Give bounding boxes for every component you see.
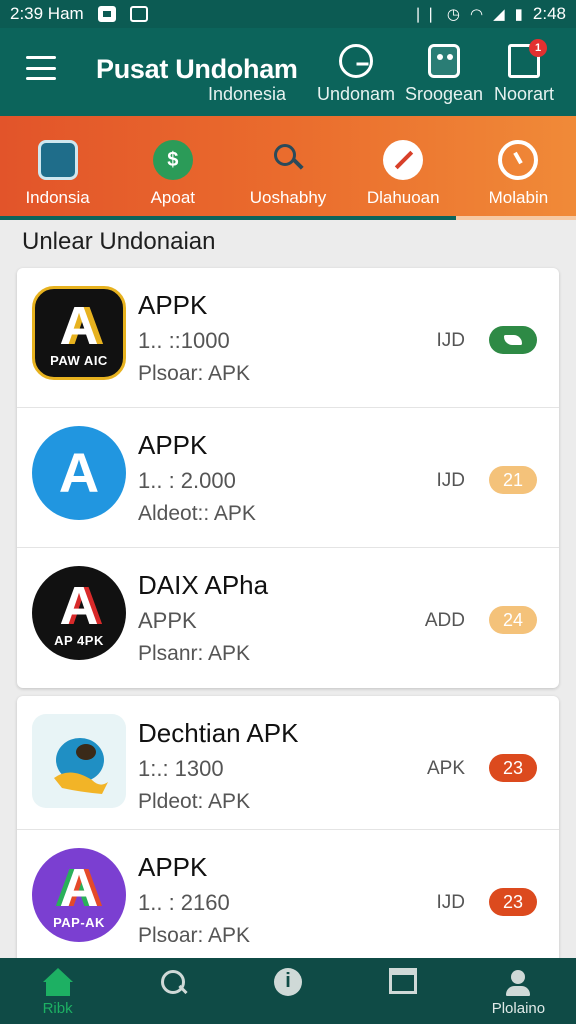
count-badge[interactable]: 24 [489,606,537,634]
app-version: APPK [138,608,197,633]
app-version: 1:.: 1300 [138,756,224,781]
wifi-icon: ◠ [470,6,484,23]
app-name: APPK [138,430,208,460]
status-time: 2:39 Ham [10,4,84,23]
app-tag: ADD [424,610,465,631]
screen-icon: 1 [508,39,547,78]
app-bar: Pusat Undoham Indonesia Undonam Sroogean… [0,28,576,116]
clock-icon [339,44,373,78]
count-badge[interactable]: 23 [489,754,537,782]
list-item[interactable]: Dechtian APK 1:.: 1300 Pldeot: APK APK 2… [17,696,559,830]
app-tag: IJD [436,330,466,351]
app-version: 1.. : 2.000 [138,468,236,493]
vibrate-icon: ❘❘ [411,6,437,23]
action-undonam[interactable]: Undonam [306,44,406,105]
category-dlahuoan[interactable]: Dlahuoan [346,116,461,220]
alarm-icon: ◷ [446,6,460,23]
action-noorart[interactable]: 1 Noorart [474,39,574,105]
app-meta: Plsoar: APK [138,362,251,385]
section-title: Unlear Undonaian [22,228,216,255]
category-uoshabhy[interactable]: Uoshabhy [230,116,345,220]
app-name: DAIX APha [138,570,269,600]
bird-app-icon [32,714,126,808]
category-strip: Indonsia $ Apoat Uoshabhy Dlahuoan Molab… [0,116,576,220]
category-label: Molabin [488,188,549,207]
search-icon [157,968,189,998]
nav-label: Ribk [42,1000,73,1017]
search-icon [268,140,308,180]
download-button[interactable] [489,326,537,354]
app-name: APPK [138,290,208,320]
category-label: Dlahuoan [366,188,440,207]
app-icon: A AP 4PK [32,566,126,660]
app-tag: APK [426,758,465,779]
nav-home[interactable]: Ribk [0,958,115,1024]
category-label: Uoshabhy [249,188,327,207]
signal-icon: ◢ [493,6,505,23]
bottom-nav: Ribk Plolaino [0,958,576,1024]
count-badge[interactable]: 23 [489,888,537,916]
app-subtitle: Indonesia [208,84,287,104]
app-icon: A PAP-AK [32,848,126,942]
app-name: APPK [138,852,208,882]
timer-icon [498,140,539,180]
nav-search[interactable] [115,958,230,1024]
app-meta: Pldeot: APK [138,790,251,813]
nav-label: Plolaino [491,1000,546,1017]
profile-icon [502,968,534,998]
nav-window[interactable] [346,958,461,1024]
app-version: 1.. : 2160 [138,890,230,915]
action-label: Sroogean [404,84,484,104]
app-tag: IJD [436,892,466,913]
screen-icon [129,6,148,22]
battery-icon: ▮ [514,6,523,23]
app-icon: A [32,426,126,520]
app-icon: A PAW AIC [32,286,126,380]
app-list-card: A PAW AIC APPK 1.. ::1000 Plsoar: APK IJ… [17,268,559,688]
app-meta: Aldeot:: APK [138,502,256,525]
list-item[interactable]: A PAP-AK APPK 1.. : 2160 Plsoar: APK IJD… [17,830,559,964]
list-item[interactable]: A APPK 1.. : 2.000 Aldeot:: APK IJD 21 [17,408,559,548]
app-title: Pusat Undoham [96,54,298,84]
app-meta: Plsanr: APK [138,642,251,665]
nav-info[interactable] [230,958,345,1024]
category-label: Apoat [150,188,196,207]
category-apoat[interactable]: $ Apoat [115,116,230,220]
status-bar: 2:39 Ham ❘❘ ◷ ◠ ◢ ▮ 2:48 [0,0,576,28]
category-label: Indonsia [25,188,90,207]
window-icon [389,968,418,994]
app-list-card: Dechtian APK 1:.: 1300 Pldeot: APK APK 2… [17,696,559,964]
check-icon [383,140,424,180]
home-icon [42,968,74,998]
nav-profile[interactable]: Plolaino [461,958,576,1024]
notification-badge: 1 [529,39,547,57]
action-label: Undonam [316,84,396,104]
count-badge[interactable]: 21 [489,466,537,494]
category-molabin[interactable]: Molabin [461,116,576,220]
app-name: Dechtian APK [138,718,299,748]
menu-icon[interactable] [26,56,56,80]
list-item[interactable]: A PAW AIC APPK 1.. ::1000 Plsoar: APK IJ… [17,268,559,408]
dollar-icon: $ [152,140,193,180]
folder-icon [37,140,78,180]
app-meta: Plsoar: APK [138,924,251,947]
action-label: Noorart [493,84,555,104]
app-tag: IJD [436,470,466,491]
status-clock: 2:48 [532,4,566,23]
category-indonsia[interactable]: Indonsia [0,116,115,220]
list-item[interactable]: A AP 4PK DAIX APha APPK Plsanr: APK ADD … [17,548,559,688]
app-version: 1.. ::1000 [138,328,230,353]
store-icon [428,44,460,78]
info-icon [274,968,302,996]
notification-icon [97,6,116,22]
